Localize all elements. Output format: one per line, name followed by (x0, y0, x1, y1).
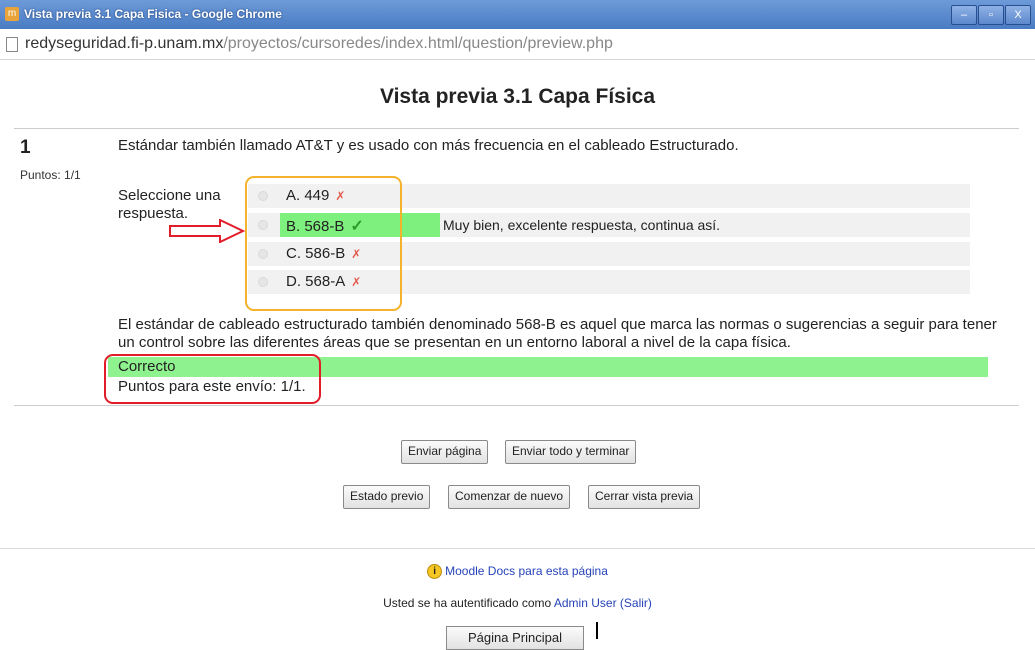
login-info: Usted se ha autentificado como Admin Use… (0, 596, 1035, 610)
general-feedback: El estándar de cableado estructurado tam… (118, 316, 997, 351)
option-feedback: Muy bien, excelente respuesta, continua … (443, 217, 721, 233)
footer-divider (0, 548, 1035, 549)
info-icon: i (427, 564, 443, 580)
page-title: Vista previa 3.1 Capa Física (379, 85, 656, 108)
question-text: Estándar también llamado AT&T y es usado… (118, 137, 739, 154)
user-link[interactable]: Admin User (554, 596, 617, 610)
logout-link[interactable]: (Salir) (620, 596, 652, 610)
url-host: redyseguridad.fi-p.unam.mx (25, 35, 224, 52)
page-icon (6, 37, 18, 52)
answer-prompt: Seleccione una respuesta. (118, 187, 221, 222)
close-button[interactable]: X (1005, 5, 1031, 25)
submit-page-button[interactable]: Enviar página (401, 440, 489, 464)
minimize-button[interactable]: – (951, 5, 977, 25)
close-preview-button[interactable]: Cerrar vista previa (588, 485, 701, 509)
moodle-docs: i Moodle Docs para esta página (0, 564, 1035, 580)
url-path: /proyectos/cursoredes/index.html/questio… (223, 35, 613, 52)
window-titlebar: m Vista previa 3.1 Capa Fisica - Google … (0, 0, 1035, 29)
previous-state-button[interactable]: Estado previo (343, 485, 431, 509)
url-text[interactable]: redyseguridad.fi-p.unam.mx/proyectos/cur… (25, 35, 613, 53)
window-title: Vista previa 3.1 Capa Fisica - Google Ch… (24, 7, 282, 21)
red-arrow-annotation (169, 219, 246, 243)
question-points: Puntos: 1/1 (20, 168, 81, 182)
moodle-docs-link[interactable]: Moodle Docs para esta página (445, 564, 608, 578)
window-controls: – ▫ X (950, 5, 1031, 25)
start-again-button[interactable]: Comenzar de nuevo (448, 485, 571, 509)
maximize-button[interactable]: ▫ (978, 5, 1004, 25)
logged-in-prefix: Usted se ha autentificado como (383, 596, 554, 610)
home-button[interactable]: Página Principal (446, 626, 584, 650)
options-highlight-annotation (245, 176, 402, 311)
text-cursor (596, 622, 598, 639)
submit-all-button[interactable]: Enviar todo y terminar (505, 440, 637, 464)
result-annotation (104, 354, 321, 404)
moodle-app-icon: m (5, 7, 19, 21)
question-number: 1 (20, 137, 31, 158)
address-bar[interactable]: redyseguridad.fi-p.unam.mx/proyectos/cur… (0, 29, 1035, 60)
page-content: Vista previa 3.1 Capa Física 1 Puntos: 1… (0, 60, 1035, 650)
